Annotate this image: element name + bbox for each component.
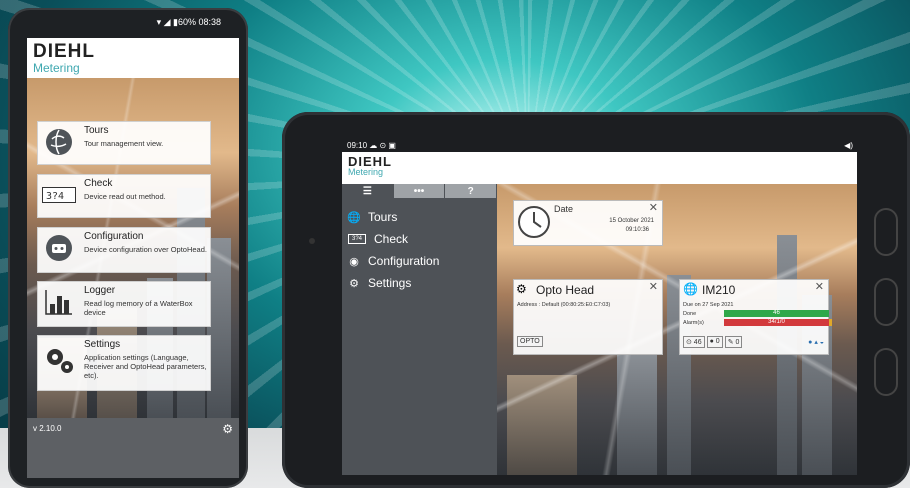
- tablet-side-button-bottom: [874, 348, 898, 396]
- opto-button[interactable]: OPTO: [517, 336, 543, 347]
- tours-title: Tours: [84, 125, 109, 136]
- optohead-widget[interactable]: ⚙ Opto Head Address : Default (00:80:25:…: [513, 279, 663, 355]
- phone-screen: DIEHL Metering Tours Tour management vie…: [27, 38, 239, 478]
- done-bar: 46: [724, 310, 829, 317]
- configuration-desc: Device configuration over OptoHead.: [84, 245, 207, 254]
- bar-chart-icon: [42, 286, 76, 318]
- close-icon[interactable]: ✕: [649, 280, 658, 293]
- menu-card-configuration[interactable]: Configuration Device configuration over …: [37, 227, 211, 273]
- counter-drop[interactable]: ● 0: [706, 336, 723, 348]
- logger-desc: Read log memory of a WaterBox device: [84, 299, 193, 317]
- sidebar-item-settings[interactable]: ⚙ Settings: [348, 276, 411, 290]
- settings-desc: Application settings (Language, Receiver…: [84, 353, 207, 380]
- menu-card-tours[interactable]: Tours Tour management view.: [37, 121, 211, 165]
- tablet-screen: 09:10 ☁ ⊙ ▣ ◀) DIEHL Metering ☰ ••• ? 🌐 …: [342, 138, 857, 475]
- im210-due: Due on 27 Sep 2021: [683, 302, 734, 308]
- globe-icon: 🌐: [683, 282, 698, 296]
- gears-icon: ⚙: [349, 277, 359, 290]
- tours-desc: Tour management view.: [84, 139, 164, 148]
- sidebar-item-tours[interactable]: 🌐 Tours: [347, 210, 398, 224]
- optohead-icon: [42, 232, 76, 264]
- tablet-sidebar: ☰ ••• ? 🌐 Tours 3?4 Check ◉ Configuratio…: [342, 184, 498, 475]
- menu-card-logger[interactable]: Logger Read log memory of a WaterBox dev…: [37, 281, 211, 327]
- date-value: 15 October 2021: [609, 218, 654, 224]
- sidebar-item-label: Settings: [368, 276, 412, 290]
- tab-help[interactable]: ?: [445, 184, 498, 198]
- tab-menu[interactable]: ☰: [342, 184, 394, 198]
- close-icon[interactable]: ✕: [649, 201, 658, 214]
- meter-digits-icon: 3?4: [348, 234, 366, 244]
- tablet-side-button-mid: [874, 278, 898, 326]
- check-title: Check: [84, 178, 113, 189]
- im210-counters: ⊙ 46 ● 0 ✎ 0: [683, 336, 743, 348]
- counter-edit[interactable]: ✎ 0: [724, 336, 743, 348]
- tablet-device: 09:10 ☁ ⊙ ▣ ◀) DIEHL Metering ☰ ••• ? 🌐 …: [282, 112, 910, 488]
- check-desc: Device read out method.: [84, 192, 166, 201]
- settings-title: Settings: [84, 339, 121, 350]
- tablet-side-button-top: [874, 208, 898, 256]
- gears-icon: [42, 344, 76, 376]
- configuration-title: Configuration: [84, 231, 144, 242]
- date-title: Date: [554, 204, 574, 214]
- im210-widget[interactable]: 🌐 IM210 Due on 27 Sep 2021 Done 46 Alarm…: [679, 279, 832, 355]
- logger-title: Logger: [84, 285, 116, 296]
- im210-title: IM210: [702, 283, 736, 297]
- close-icon[interactable]: ✕: [815, 280, 824, 293]
- logo-brand: DIEHL: [33, 41, 95, 62]
- time-value: 09:10:36: [625, 227, 649, 233]
- tablet-time: 09:10 ☁ ⊙ ▣: [347, 140, 396, 150]
- alarms-label: Alarm(s): [683, 320, 704, 326]
- sidebar-item-label: Check: [374, 232, 409, 246]
- sidebar-item-label: Tours: [368, 210, 398, 224]
- tablet-logo: DIEHL Metering: [348, 155, 392, 177]
- tablet-status-right: ◀): [844, 140, 853, 150]
- tablet-status-bar: 09:10 ☁ ⊙ ▣ ◀): [342, 138, 857, 152]
- date-widget[interactable]: Date 15 October 2021 09:10:36 ✕: [513, 200, 663, 246]
- logo-sub: Metering: [33, 61, 80, 75]
- menu-card-settings[interactable]: Settings Application settings (Language,…: [37, 335, 211, 391]
- phone-logo: DIEHL Metering: [33, 41, 95, 75]
- tablet-logo-sub: Metering: [348, 167, 384, 177]
- globe-icon: 🌐: [347, 211, 361, 224]
- clock-icon: [517, 205, 551, 244]
- globe-icon: [42, 126, 76, 158]
- dashboard-area: Date 15 October 2021 09:10:36 ✕ ⚙ Opto H…: [497, 184, 857, 475]
- version-label: v 2.10.0: [33, 424, 62, 433]
- phone-device: ▾ ◢ ▮60% 08:38 DIEHL Metering Tours Tour…: [8, 8, 248, 488]
- optohead-settings-icon: ⚙: [516, 282, 527, 296]
- svg-text:3?4: 3?4: [46, 191, 64, 202]
- counter-globe[interactable]: ⊙ 46: [683, 336, 705, 348]
- sidebar-item-configuration[interactable]: ◉ Configuration: [348, 254, 439, 268]
- done-label: Done: [683, 311, 697, 317]
- phone-status-text: ▾ ◢ ▮60% 08:38: [156, 16, 221, 27]
- optohead-address: Address : Default (00:80:25:E0:C7:03): [517, 302, 611, 308]
- sidebar-tabbar: ☰ ••• ?: [342, 184, 498, 198]
- status-icons: ● ▴ ◒: [808, 339, 824, 346]
- phone-status-bar: ▾ ◢ ▮60% 08:38: [27, 8, 229, 36]
- connection-gear-icon[interactable]: ⚙: [222, 422, 233, 436]
- tablet-camera: [309, 238, 315, 244]
- tab-more[interactable]: •••: [393, 184, 446, 198]
- menu-card-check[interactable]: 3?4 Check Device read out method.: [37, 174, 211, 218]
- sidebar-item-label: Configuration: [368, 254, 440, 268]
- meter-digits-icon: 3?4: [42, 179, 76, 211]
- sidebar-item-check[interactable]: 3?4 Check: [348, 232, 408, 246]
- alarms-bar: 34/1/0: [724, 319, 832, 326]
- phone-footer: v 2.10.0 ⚙: [27, 418, 239, 478]
- optohead-title: Opto Head: [536, 283, 595, 297]
- optohead-icon: ◉: [349, 255, 359, 268]
